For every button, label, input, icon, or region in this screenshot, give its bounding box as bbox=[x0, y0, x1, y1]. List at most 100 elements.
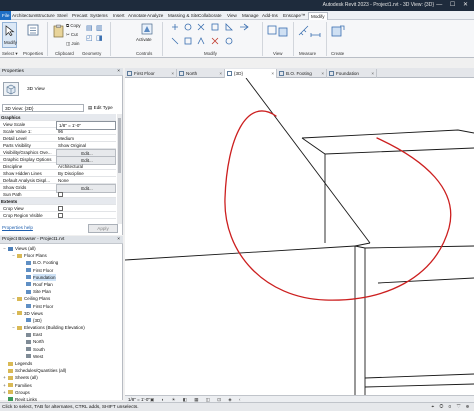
tree-item[interactable]: Foundation bbox=[0, 273, 123, 281]
tree-item[interactable]: Site Plan bbox=[0, 288, 123, 295]
ribbon-tab-precast[interactable]: Precast bbox=[72, 12, 88, 20]
view-tab-5[interactable]: Foundation × bbox=[327, 69, 377, 78]
slab-corner-edge bbox=[354, 242, 371, 247]
ribbon-section-select[interactable]: Select ▾ bbox=[2, 51, 18, 57]
tree-item[interactable]: − Ceiling Plans bbox=[0, 295, 123, 302]
close-tab-icon[interactable]: × bbox=[321, 69, 324, 78]
ribbon-tab-massing-site[interactable]: Massing & Site bbox=[168, 12, 199, 20]
trim-icon bbox=[197, 23, 205, 31]
ribbon-tab-modify[interactable]: Modify bbox=[308, 12, 328, 20]
cube-icon bbox=[227, 71, 232, 76]
view-tab-bar: First Floor × North × {3D} × B.O. Footing × Foun… bbox=[125, 68, 474, 78]
3d-view-canvas[interactable] bbox=[125, 78, 474, 395]
expand-icon[interactable]: + bbox=[2, 382, 7, 389]
ribbon-tab-add-ins[interactable]: Add-Ins bbox=[262, 12, 278, 20]
properties-button[interactable] bbox=[24, 24, 42, 48]
collapse-icon[interactable]: − bbox=[11, 252, 16, 259]
tree-item[interactable]: South bbox=[0, 346, 123, 353]
tree-item[interactable]: + Sheets (all) bbox=[0, 374, 123, 381]
cope-icon[interactable]: ◰ bbox=[86, 34, 93, 42]
apply-button[interactable]: Apply bbox=[88, 224, 118, 233]
create-tools-icons[interactable] bbox=[330, 25, 350, 39]
collapse-icon[interactable]: − bbox=[11, 310, 16, 317]
checkbox[interactable] bbox=[58, 206, 63, 211]
tree-item[interactable]: Legends bbox=[0, 360, 123, 367]
view-tab-3[interactable]: {3D} × bbox=[225, 69, 277, 78]
view-tab-4[interactable]: B.O. Footing × bbox=[277, 69, 327, 78]
ribbon-section-create: Create bbox=[331, 51, 345, 56]
folder-icon bbox=[8, 361, 13, 366]
property-checkbox[interactable] bbox=[56, 212, 116, 220]
tree-item[interactable]: First Floor bbox=[0, 303, 123, 310]
close-tab-icon[interactable]: × bbox=[219, 69, 222, 78]
expand-icon[interactable]: + bbox=[2, 374, 7, 381]
tree-item-label: Site Plan bbox=[33, 289, 52, 295]
ribbon-tab-analyze[interactable]: Analyze bbox=[147, 12, 163, 20]
close-tab-icon[interactable]: × bbox=[371, 69, 374, 78]
ribbon-tab-file[interactable]: File bbox=[0, 11, 12, 20]
join-button[interactable]: ◫ Join bbox=[66, 41, 79, 47]
tree-item[interactable]: − 3D Views bbox=[0, 310, 123, 317]
scrollbar-thumb[interactable] bbox=[118, 118, 121, 173]
property-row: Sun Path bbox=[0, 191, 116, 198]
activate-button[interactable]: Activate bbox=[136, 23, 158, 49]
modify-tools-icons[interactable] bbox=[168, 23, 260, 51]
ribbon-tab-annotate[interactable]: Annotate bbox=[128, 12, 146, 20]
view-tools-icons[interactable] bbox=[267, 25, 289, 39]
collapse-icon[interactable]: − bbox=[11, 295, 16, 302]
tree-item[interactable]: − Views (all) bbox=[0, 245, 123, 252]
tree-item[interactable]: {3D} bbox=[0, 317, 123, 324]
edit-type-button[interactable]: ▤ Edit Type bbox=[88, 104, 113, 112]
tree-item[interactable]: North bbox=[0, 338, 123, 345]
window-controls[interactable]: — ☐ ✕ bbox=[436, 1, 471, 8]
ribbon-tab-structure[interactable]: Structure bbox=[36, 12, 55, 20]
ribbon-tab-collaborate[interactable]: Collaborate bbox=[198, 12, 222, 20]
rotate-icon bbox=[184, 23, 192, 31]
wall-joins-icon[interactable]: ▥ bbox=[96, 24, 103, 32]
ribbon-section-geometry: Geometry bbox=[82, 51, 102, 56]
ribbon-tab-manage[interactable]: Manage bbox=[242, 12, 259, 20]
collapse-icon[interactable]: − bbox=[11, 324, 16, 331]
tree-item-label: Families bbox=[15, 382, 32, 388]
paste-button[interactable] bbox=[53, 24, 65, 40]
expand-icon[interactable]: + bbox=[2, 389, 7, 396]
tree-item[interactable]: First Floor bbox=[0, 267, 123, 274]
tree-item[interactable]: − Floor Plans bbox=[0, 252, 123, 259]
ribbon-tab-steel[interactable]: Steel bbox=[57, 12, 67, 20]
diagonal-edge-line bbox=[245, 78, 371, 244]
tree-item[interactable]: East bbox=[0, 331, 123, 338]
split-face-icon[interactable]: ◨ bbox=[96, 34, 103, 42]
tree-item[interactable]: + Families bbox=[0, 382, 123, 389]
checkbox[interactable] bbox=[58, 213, 63, 218]
tree-item[interactable]: − Elevations (Building Elevation) bbox=[0, 324, 123, 331]
close-tab-icon[interactable]: × bbox=[271, 69, 274, 78]
ribbon-tab-insert[interactable]: Insert bbox=[113, 12, 125, 20]
view-tab-label: B.O. Footing bbox=[286, 71, 312, 76]
close-tab-icon[interactable]: × bbox=[171, 69, 174, 78]
close-icon[interactable]: × bbox=[117, 68, 120, 76]
cut-button[interactable]: ✂ Cut bbox=[66, 32, 78, 38]
ribbon-tab-enscape[interactable]: Enscape™ bbox=[283, 12, 305, 20]
collapse-icon[interactable]: − bbox=[2, 245, 7, 252]
ribbon-tab-architecture[interactable]: Architecture bbox=[12, 12, 37, 20]
properties-help-link[interactable]: Properties help bbox=[2, 225, 33, 230]
checkbox[interactable] bbox=[58, 192, 63, 197]
type-selector-dropdown[interactable]: 3D View: {3D} bbox=[2, 104, 84, 112]
tree-item[interactable]: + Groups bbox=[0, 389, 123, 396]
measure-tools-icons[interactable] bbox=[298, 25, 322, 39]
match-properties-icon[interactable]: ▤ bbox=[86, 24, 93, 32]
view-tab-1[interactable]: First Floor × bbox=[125, 69, 177, 78]
tree-item[interactable]: Roof Plan bbox=[0, 281, 123, 288]
close-icon[interactable]: × bbox=[117, 236, 120, 244]
tree-item[interactable]: West bbox=[0, 353, 123, 360]
status-right-icons[interactable]: ⌖ ◎ 0 ▽ ⊕ bbox=[431, 403, 471, 411]
tree-item[interactable]: B.O. Footing bbox=[0, 259, 123, 266]
properties-scrollbar[interactable] bbox=[117, 114, 122, 224]
tree-item[interactable]: Schedules/Quantities (all) bbox=[0, 367, 123, 374]
ribbon-tab-view[interactable]: View bbox=[227, 12, 237, 20]
ribbon-tab-systems[interactable]: Systems bbox=[90, 12, 108, 20]
view-tab-2[interactable]: North × bbox=[177, 69, 225, 78]
properties-title: Properties bbox=[2, 69, 24, 74]
modify-tool-button[interactable]: Modify bbox=[2, 22, 17, 48]
copy-button[interactable]: ⧉ Copy bbox=[66, 23, 81, 28]
